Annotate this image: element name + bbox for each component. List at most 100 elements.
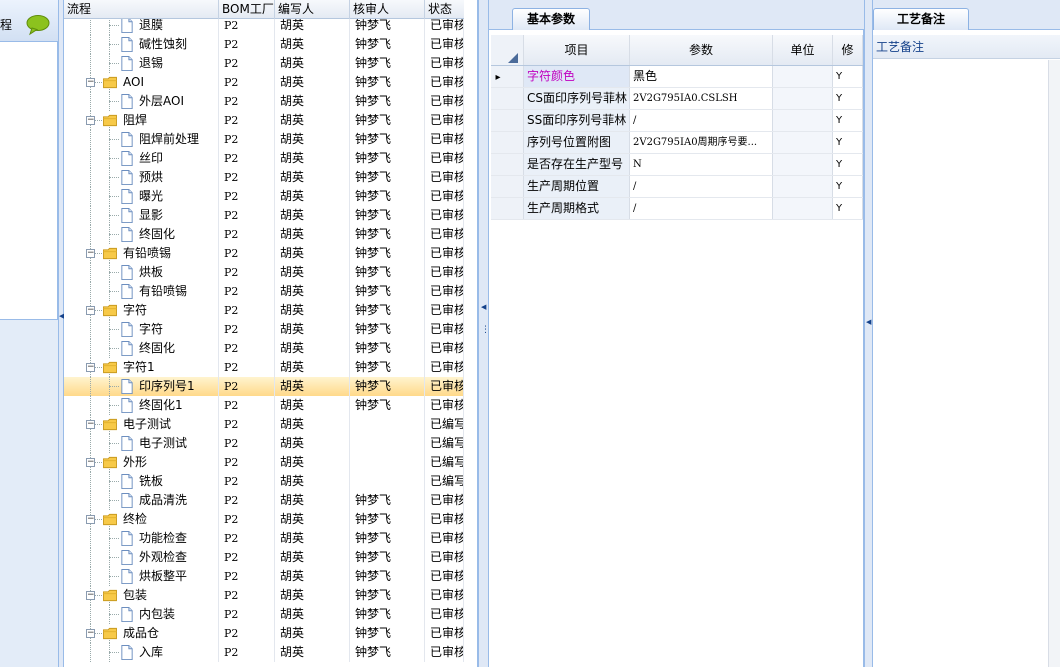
tree-row[interactable]: 退锡 P2 胡英 钟梦飞 已审核 [64,54,464,73]
tree-row[interactable]: − AOI P2 胡英 钟梦飞 已审核 [64,73,464,92]
parameter-value-cell[interactable]: 黑色 [630,66,773,87]
tree-row[interactable]: − 外形 P2 胡英 已编写 [64,453,464,472]
tree-node-cell[interactable]: 入库 [64,643,219,662]
tree-node-cell[interactable]: 电子测试 [64,434,219,453]
row-indicator[interactable] [491,88,524,109]
tree-row[interactable]: 电子测试 P2 胡英 已编写 [64,434,464,453]
parameter-unit-cell[interactable] [773,110,833,131]
tree-node-cell[interactable]: 阻焊前处理 [64,130,219,149]
column-header-process[interactable]: 流程 [64,0,219,19]
tree-node-cell[interactable]: − 成品仓 [64,624,219,643]
tree-row[interactable]: 外层AOI P2 胡英 钟梦飞 已审核 [64,92,464,111]
tree-node-cell[interactable]: 曝光 [64,187,219,206]
tree-row[interactable]: 印序列号1 P2 胡英 钟梦飞 已审核 [64,377,464,396]
row-indicator[interactable] [491,154,524,175]
tree-row[interactable]: − 字符 P2 胡英 钟梦飞 已审核 [64,301,464,320]
tree-node-cell[interactable]: − 外形 [64,453,219,472]
collapse-arrow-icon[interactable]: ◀ [866,318,871,326]
tree-node-cell[interactable]: 碱性蚀刻 [64,35,219,54]
tree-row[interactable]: − 终检 P2 胡英 钟梦飞 已审核 [64,510,464,529]
parameter-unit-cell[interactable] [773,132,833,153]
tree-node-cell[interactable]: 预烘 [64,168,219,187]
row-indicator[interactable] [491,176,524,197]
tree-row[interactable]: 功能检查 P2 胡英 钟梦飞 已审核 [64,529,464,548]
tree-node-cell[interactable]: 显影 [64,206,219,225]
parameter-modify-cell[interactable]: Y [833,198,863,219]
parameter-item-cell[interactable]: 生产周期格式 [524,198,630,219]
column-header-bom-factory[interactable]: BOM工厂 [219,0,275,19]
row-indicator[interactable] [491,132,524,153]
right-splitter[interactable]: ◀ [864,0,873,667]
tree-row[interactable]: − 成品仓 P2 胡英 钟梦飞 已审核 [64,624,464,643]
tab-process-notes[interactable]: 工艺备注 [873,8,969,30]
collapse-arrow-icon[interactable]: ◀ [481,303,486,311]
tree-node-cell[interactable]: 印序列号1 [64,377,219,396]
tree-row[interactable]: 终固化 P2 胡英 钟梦飞 已审核 [64,339,464,358]
parameter-row[interactable]: CS面印序列号菲林 2V2G795IA0.CSLSH Y [491,88,863,110]
parameter-unit-cell[interactable] [773,154,833,175]
tree-row[interactable]: − 阻焊 P2 胡英 钟梦飞 已审核 [64,111,464,130]
tree-node-cell[interactable]: − 有铅喷锡 [64,244,219,263]
parameter-unit-cell[interactable] [773,176,833,197]
collapse-toggle-icon[interactable]: − [86,591,95,600]
parameter-row[interactable]: 生产周期位置 / Y [491,176,863,198]
column-header-author[interactable]: 编写人 [275,0,350,19]
collapse-toggle-icon[interactable]: − [86,78,95,87]
notes-vertical-scrollbar[interactable] [1048,60,1060,667]
tree-row[interactable]: − 电子测试 P2 胡英 已编写 [64,415,464,434]
tree-node-cell[interactable]: 功能检查 [64,529,219,548]
parameter-value-cell[interactable]: 2V2G795IA0周期序号要... [630,132,773,153]
column-header-status[interactable]: 状态 [425,0,464,19]
parameter-row[interactable]: 序列号位置附图 2V2G795IA0周期序号要... Y [491,132,863,154]
column-header-reviewer[interactable]: 核审人 [350,0,425,19]
column-header-item[interactable]: 项目 [524,35,630,65]
tab-basic-params[interactable]: 基本参数 [512,8,591,30]
parameter-row[interactable]: 生产周期格式 / Y [491,198,863,220]
tree-row[interactable]: 铣板 P2 胡英 已编写 [64,472,464,491]
collapse-toggle-icon[interactable]: − [86,515,95,524]
parameter-value-cell[interactable]: / [630,110,773,131]
parameter-item-cell[interactable]: 字符颜色 [524,66,630,87]
parameter-value-cell[interactable]: 2V2G795IA0.CSLSH [630,88,773,109]
parameter-unit-cell[interactable] [773,88,833,109]
tree-node-cell[interactable]: 丝印 [64,149,219,168]
collapse-toggle-icon[interactable]: − [86,420,95,429]
tree-row[interactable]: 显影 P2 胡英 钟梦飞 已审核 [64,206,464,225]
column-header-unit[interactable]: 单位 [773,35,833,65]
row-indicator[interactable] [491,198,524,219]
tree-row[interactable]: 成品清洗 P2 胡英 钟梦飞 已审核 [64,491,464,510]
tree-row[interactable]: 有铅喷锡 P2 胡英 钟梦飞 已审核 [64,282,464,301]
tree-node-cell[interactable]: − 字符1 [64,358,219,377]
tree-node-cell[interactable]: 终固化 [64,225,219,244]
column-header-modify[interactable]: 修 [833,35,863,65]
parameter-modify-cell[interactable]: Y [833,154,863,175]
tree-node-cell[interactable]: 退锡 [64,54,219,73]
tree-row[interactable]: 丝印 P2 胡英 钟梦飞 已审核 [64,149,464,168]
tree-row[interactable]: 烘板整平 P2 胡英 钟梦飞 已审核 [64,567,464,586]
tree-row[interactable]: 内包装 P2 胡英 钟梦飞 已审核 [64,605,464,624]
tree-node-cell[interactable]: 烘板整平 [64,567,219,586]
tree-node-cell[interactable]: 有铅喷锡 [64,282,219,301]
tree-node-cell[interactable]: 内包装 [64,605,219,624]
collapse-toggle-icon[interactable]: − [86,363,95,372]
collapse-toggle-icon[interactable]: − [86,116,95,125]
collapse-toggle-icon[interactable]: − [86,249,95,258]
parameter-value-cell[interactable]: / [630,198,773,219]
parameter-item-cell[interactable]: 序列号位置附图 [524,132,630,153]
tree-node-cell[interactable]: 字符 [64,320,219,339]
tree-row[interactable]: 外观检查 P2 胡英 钟梦飞 已审核 [64,548,464,567]
tree-node-cell[interactable]: 铣板 [64,472,219,491]
tree-row[interactable]: 终固化 P2 胡英 钟梦飞 已审核 [64,225,464,244]
column-header-value[interactable]: 参数 [630,35,773,65]
parameter-item-cell[interactable]: 是否存在生产型号 [524,154,630,175]
tree-row[interactable]: 预烘 P2 胡英 钟梦飞 已审核 [64,168,464,187]
parameter-modify-cell[interactable]: Y [833,110,863,131]
tree-node-cell[interactable]: 终固化 [64,339,219,358]
tree-row[interactable]: 入库 P2 胡英 钟梦飞 已审核 [64,643,464,662]
parameter-modify-cell[interactable]: Y [833,88,863,109]
collapse-toggle-icon[interactable]: − [86,629,95,638]
parameter-unit-cell[interactable] [773,198,833,219]
parameter-row[interactable]: ▸ 字符颜色 黑色 Y [491,66,863,88]
tree-row[interactable]: 阻焊前处理 P2 胡英 钟梦飞 已审核 [64,130,464,149]
collapse-toggle-icon[interactable]: − [86,306,95,315]
